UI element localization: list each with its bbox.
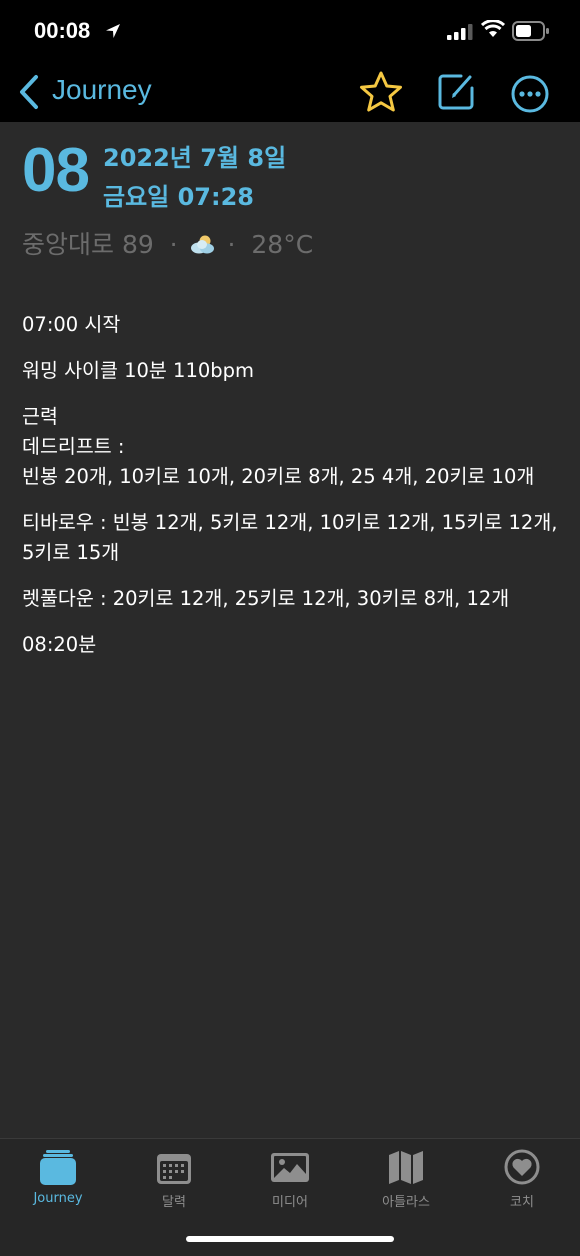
meta-separator: · [161,229,178,259]
entry-body[interactable]: 07:00 시작 워밍 사이클 10분 110bpm 근력 데드리프트 : 빈봉… [22,310,562,676]
entry-paragraph: 07:00 시작 [22,313,121,336]
entry-line: 데드리프트 : [22,435,125,458]
tab-calendar[interactable]: 달력 [116,1147,232,1217]
tab-label: Journey [33,1191,83,1206]
tab-label: 미디어 [272,1195,308,1210]
compose-icon[interactable] [437,71,477,111]
location-arrow-icon [106,24,120,38]
wifi-icon [481,20,505,37]
map-icon [389,1151,423,1184]
entry-weekday-time: 금요일 07:28 [103,183,254,211]
battery-icon [512,21,549,41]
tab-journey[interactable]: Journey [0,1147,116,1217]
calendar-icon [157,1154,191,1184]
cellular-signal-icon [447,24,473,40]
tab-coach[interactable]: 코치 [464,1147,580,1217]
status-time: 00:08 [34,18,91,43]
entry-temperature: 28°C [251,229,314,259]
meta-separator: · [227,229,244,259]
cloud-sun-icon [190,235,214,254]
entry-paragraph: 워밍 사이클 10분 110bpm [22,359,255,382]
star-icon[interactable] [358,70,404,114]
entry-paragraph: 08:20분 [22,633,97,656]
entry-paragraph: 티바로우 : 빈봉 12개, 5키로 12개, 10키로 12개, 15키로 1… [22,511,558,564]
entry-meta: 중앙대로 89 · · 28°C [22,230,313,257]
entry-location[interactable]: 중앙대로 89 [22,232,154,257]
entry-line: 빈봉 20개, 10키로 10개, 20키로 8개, 25 4개, 20키로 1… [22,465,535,488]
tab-media[interactable]: 미디어 [232,1147,348,1217]
photo-icon [271,1153,309,1182]
entry-paragraph: 렛풀다운 : 20키로 12개, 25키로 12개, 30키로 8개, 12개 [22,587,510,610]
tab-label: 달력 [162,1195,186,1210]
back-chevron-icon[interactable] [17,74,41,110]
status-bar: 00:08 [0,0,580,62]
navigation-bar: Journey [0,62,580,122]
entry-day: 08 [22,136,90,205]
tab-label: 코치 [510,1195,534,1210]
heart-icon [504,1149,540,1185]
back-button[interactable]: Journey [52,74,152,106]
more-options-icon[interactable] [510,74,550,114]
tab-atlas[interactable]: 아틀라스 [348,1147,464,1217]
entry-view: 08 2022년 7월 8일 금요일 07:28 중앙대로 89 · · 28°… [0,122,580,1138]
entry-date: 2022년 7월 8일 [103,144,287,172]
journal-stack-icon [40,1150,76,1185]
home-indicator[interactable] [186,1236,394,1242]
entry-paragraph: 근력 데드리프트 : 빈봉 20개, 10키로 10개, 20키로 8개, 25… [22,402,562,492]
entry-line: 근력 [22,405,58,428]
tab-label: 아틀라스 [382,1195,430,1210]
